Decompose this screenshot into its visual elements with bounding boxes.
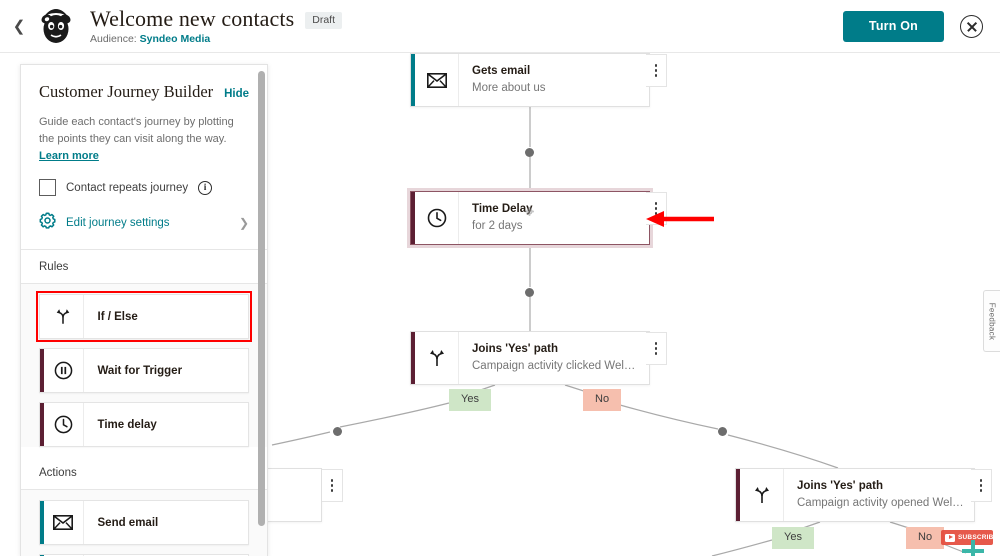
path-badge-no[interactable]: No — [583, 389, 622, 411]
back-button[interactable]: ❮ — [6, 19, 32, 34]
sidebar-item-label: Send email — [97, 516, 159, 529]
gear-icon — [39, 212, 56, 234]
path-badge-yes[interactable]: Yes — [449, 389, 491, 411]
journey-node-if-else-clicked[interactable]: Joins 'Yes' path Campaign activity click… — [410, 331, 650, 385]
youtube-play-icon — [945, 533, 955, 542]
sidebar-item-wait-for-trigger[interactable]: Wait for Trigger — [39, 348, 249, 394]
sidebar-description-text: Guide each contact's journey by plotting… — [39, 116, 234, 146]
sidebar-item-send-email[interactable]: Send email — [39, 500, 249, 546]
branch-icon — [415, 332, 459, 384]
sidebar-rules-list: If / Else Wait for Trigger Time delay — [21, 284, 267, 448]
learn-more-link[interactable]: Learn more — [39, 150, 99, 162]
sidebar-item-label: Wait for Trigger — [97, 364, 183, 377]
journey-title-block: Welcome new contacts Draft Audience: Syn… — [90, 5, 343, 45]
mailchimp-monkey-logo — [34, 4, 78, 48]
sidebar-item-time-delay[interactable]: Time delay — [39, 402, 249, 448]
node-menu-button[interactable] — [322, 469, 343, 502]
sidebar-scrollbar-thumb[interactable] — [258, 71, 265, 526]
node-subtitle: Campaign activity opened Welcome Em... — [797, 496, 964, 509]
edit-journey-settings-label: Edit journey settings — [66, 217, 170, 230]
edit-journey-settings-row[interactable]: Edit journey settings ❯ — [21, 196, 267, 251]
connector-dot — [525, 148, 534, 157]
node-subtitle: Campaign activity clicked Welcome Em... — [472, 359, 639, 372]
audience-link[interactable]: Syndeo Media — [140, 33, 211, 45]
node-text: Joins 'Yes' path Campaign activity opene… — [784, 469, 974, 521]
node-gear-icon[interactable] — [525, 203, 534, 216]
path-badge-yes[interactable]: Yes — [772, 527, 814, 549]
sidebar-title: Customer Journey Builder — [39, 82, 214, 101]
sidebar-description: Guide each contact's journey by plotting… — [39, 114, 249, 165]
header-actions: Turn On — [842, 10, 983, 42]
audience-label: Audience: — [90, 33, 137, 46]
sidebar-item-label: Time delay — [97, 418, 157, 431]
connector-dot — [525, 288, 534, 297]
branch-icon — [44, 295, 84, 339]
journey-builder-app: ❮ Welcome new contacts Draft Audience: S… — [0, 0, 1000, 556]
sidebar-item-if-else[interactable]: If / Else — [36, 291, 252, 343]
journey-node-time-delay[interactable]: Time Delay for 2 days — [410, 191, 650, 245]
node-text: Time Delay for 2 days — [459, 192, 649, 244]
journey-node-gets-email[interactable]: Gets email More about us — [410, 53, 650, 107]
feedback-tab-label: Feedback — [987, 302, 997, 340]
path-badge-no[interactable]: No — [906, 527, 945, 549]
status-badge: Draft — [305, 11, 343, 30]
node-title: Joins 'Yes' path — [797, 480, 883, 493]
app-header: ❮ Welcome new contacts Draft Audience: S… — [0, 0, 1000, 53]
close-icon[interactable] — [960, 14, 983, 38]
sidebar-item-label: If / Else — [97, 310, 138, 323]
journey-builder-sidebar: Customer Journey Builder Hide Guide each… — [20, 64, 268, 556]
sidebar-actions-list: Send email Group/Ungroup — [21, 490, 267, 556]
node-menu-button[interactable] — [646, 332, 667, 365]
node-text: Gets email More about us — [459, 54, 649, 106]
hide-sidebar-button[interactable]: Hide — [224, 88, 249, 100]
node-subtitle: for 2 days — [472, 219, 523, 232]
info-icon[interactable]: i — [198, 180, 213, 195]
clock-icon — [415, 192, 459, 244]
contact-repeats-journey-row: Contact repeats journey i — [39, 179, 249, 197]
node-title: Gets email — [472, 65, 531, 78]
sidebar-section-rules: Rules — [21, 250, 267, 285]
contact-repeats-journey-label: Contact repeats journey — [66, 181, 189, 194]
annotation-arrow — [646, 208, 716, 230]
chevron-right-icon: ❯ — [238, 216, 249, 231]
sidebar-section-actions: Actions — [21, 456, 267, 491]
node-subtitle: More about us — [472, 81, 546, 94]
pause-circle-icon — [44, 349, 84, 393]
node-title: Joins 'Yes' path — [472, 343, 558, 356]
envelope-icon — [44, 501, 84, 545]
audience-row: Audience: Syndeo Media — [90, 33, 342, 45]
branch-icon — [740, 469, 784, 521]
contact-repeats-journey-checkbox[interactable] — [39, 179, 56, 197]
connector-dot — [718, 427, 727, 436]
node-menu-button[interactable] — [971, 469, 992, 502]
clock-icon — [44, 403, 84, 447]
envelope-icon — [415, 54, 459, 106]
node-text: Joins 'Yes' path Campaign activity click… — [459, 332, 649, 384]
add-step-plus-icon[interactable] — [962, 540, 984, 556]
feedback-tab[interactable]: Feedback — [983, 290, 1000, 352]
node-menu-button[interactable] — [646, 54, 667, 87]
page-title: Welcome new contacts — [90, 5, 295, 31]
connector-dot — [333, 427, 342, 436]
sidebar-header: Customer Journey Builder Hide Guide each… — [21, 65, 267, 197]
node-title: Time Delay — [472, 203, 533, 216]
turn-on-button[interactable]: Turn On — [842, 10, 944, 42]
journey-node-if-else-opened[interactable]: Joins 'Yes' path Campaign activity opene… — [735, 468, 975, 522]
